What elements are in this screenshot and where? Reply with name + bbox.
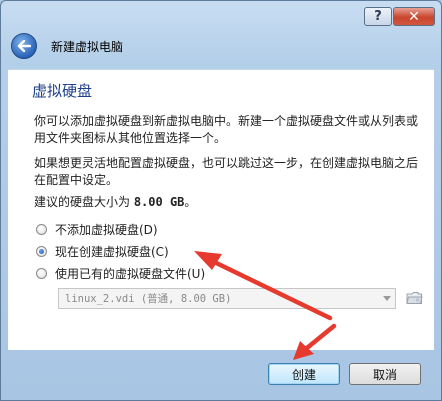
description-text: 你可以添加虚拟硬盘到新虚拟电脑中。新建一个虚拟硬盘文件或从列表或用文件夹图标从其…	[34, 114, 419, 145]
help-button[interactable]: ?	[364, 7, 392, 26]
radio-no-disk-label: 不添加虚拟硬盘(D)	[55, 222, 158, 237]
hint-text: 如果想更灵活地配置虚拟硬盘，也可以跳过这一步，在创建虚拟电脑之后在配置中设定。	[34, 156, 419, 187]
radio-button-selected[interactable]	[36, 245, 47, 257]
recommended-size-text: 建议的硬盘大小为 8.00 GB。	[34, 194, 428, 211]
create-button[interactable]: 创建	[268, 363, 340, 385]
radio-no-disk[interactable]: 不添加虚拟硬盘(D)	[36, 221, 158, 237]
wizard-title: 新建虚拟电脑	[51, 40, 124, 54]
wizard-page: 虚拟硬盘 你可以添加虚拟硬盘到新虚拟电脑中。新建一个虚拟硬盘文件或从列表或用文件…	[8, 69, 434, 350]
choose-disk-file-button[interactable]	[405, 289, 423, 307]
folder-icon	[405, 292, 423, 304]
cancel-button[interactable]: 取消	[349, 363, 421, 385]
wizard-nav-bar: 新建虚拟电脑	[9, 31, 433, 61]
radio-use-existing-label: 使用已有的虚拟硬盘文件(U)	[55, 266, 206, 281]
page-heading: 虚拟硬盘	[32, 82, 93, 100]
help-icon: ?	[374, 9, 382, 24]
dialog-window: ? ✕ 新建虚拟电脑 虚拟硬盘 你可以添加虚拟硬盘到新虚拟电脑中。新建一个虚拟硬…	[0, 0, 442, 401]
recommended-size-value: 8.00 GB	[133, 195, 185, 209]
recommended-size-suffix: 。	[184, 195, 197, 209]
radio-create-now-label: 现在创建虚拟硬盘(C)	[55, 244, 169, 259]
close-button[interactable]: ✕	[393, 7, 435, 26]
back-button[interactable]	[11, 33, 37, 59]
radio-button[interactable]	[36, 267, 47, 279]
close-icon: ✕	[408, 8, 420, 25]
radio-use-existing[interactable]: 使用已有的虚拟硬盘文件(U)	[36, 265, 205, 281]
existing-disk-value: linux_2.vdi (普通, 8.00 GB)	[65, 293, 232, 305]
chevron-down-icon	[383, 296, 391, 301]
recommended-size-prefix: 建议的硬盘大小为	[34, 195, 134, 209]
radio-button[interactable]	[36, 223, 47, 235]
radio-create-now[interactable]: 现在创建虚拟硬盘(C)	[36, 243, 169, 259]
back-arrow-icon	[17, 40, 31, 52]
existing-disk-select[interactable]: linux_2.vdi (普通, 8.00 GB)	[58, 288, 396, 309]
